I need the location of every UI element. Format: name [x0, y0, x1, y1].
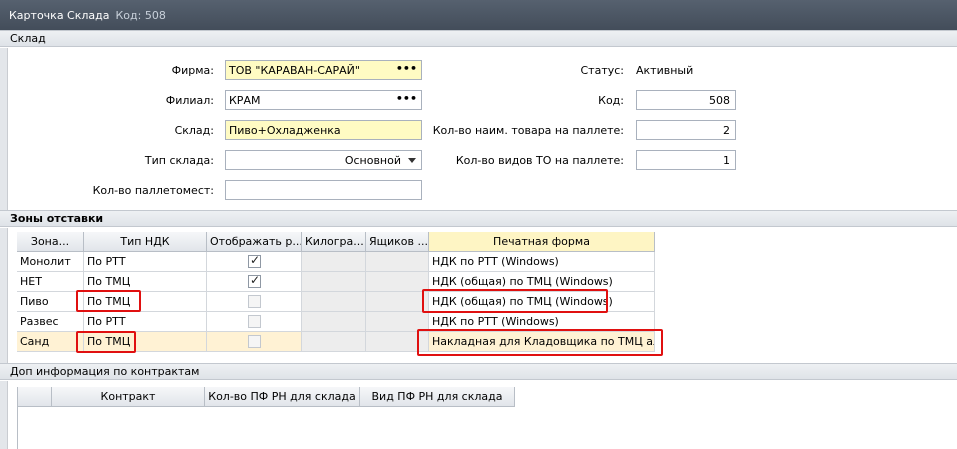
code-input[interactable]: 508: [636, 90, 736, 110]
warehouse-label: Склад:: [174, 124, 214, 137]
column-header-kilograms[interactable]: Килогра...: [302, 232, 366, 252]
kilograms-cell: [302, 292, 366, 312]
show-checkbox[interactable]: [248, 295, 261, 308]
show-checkbox[interactable]: [248, 273, 261, 288]
code-value: 508: [709, 94, 730, 107]
branch-label: Филиал:: [165, 94, 214, 107]
column-header-indicator[interactable]: [18, 387, 52, 407]
column-header-show[interactable]: Отображать р...: [207, 232, 302, 252]
ndk-type-cell[interactable]: По ТМЦ: [84, 272, 207, 292]
section-warehouse-label: Склад: [10, 32, 46, 45]
firm-value: ТОВ "КАРАВАН-САРАЙ": [229, 64, 360, 77]
kilograms-cell: [302, 272, 366, 292]
warehouse-type-value: Основной: [344, 154, 401, 167]
names-per-pallet-value: 2: [723, 124, 730, 137]
to-types-input[interactable]: 1: [636, 150, 736, 170]
kilograms-cell: [302, 332, 366, 352]
show-checkbox[interactable]: [248, 335, 261, 348]
show-cell[interactable]: [207, 272, 302, 292]
section-warehouse-sidebar: [0, 48, 8, 210]
print-form-cell[interactable]: НДК по РТТ (Windows): [429, 252, 655, 272]
window-code-label: Код: 508: [115, 9, 166, 22]
zone-cell[interactable]: Пиво: [17, 292, 84, 312]
zones-grid-header: Зона... Тип НДК Отображать р... Килогра.…: [17, 232, 957, 252]
section-header-warehouse[interactable]: Склад: [0, 30, 957, 47]
column-header-print-form[interactable]: Печатная форма: [429, 232, 655, 252]
show-checkbox[interactable]: [248, 315, 261, 328]
section-header-zones[interactable]: Зоны отставки: [0, 210, 957, 227]
pallet-places-input[interactable]: [225, 180, 422, 200]
show-cell[interactable]: [207, 292, 302, 312]
column-header-pf-type[interactable]: Вид ПФ РН для склада: [360, 387, 515, 407]
zone-cell[interactable]: Санд: [17, 332, 84, 352]
firm-lookup-button[interactable]: •••: [396, 62, 417, 75]
status-label: Статус:: [580, 64, 624, 77]
show-cell[interactable]: [207, 332, 302, 352]
column-header-zone[interactable]: Зона...: [17, 232, 84, 252]
chevron-down-icon[interactable]: [408, 158, 416, 163]
zone-cell[interactable]: Монолит: [17, 252, 84, 272]
branch-lookup-button[interactable]: •••: [396, 92, 417, 105]
show-checkbox[interactable]: [248, 253, 261, 268]
column-header-boxes[interactable]: Ящиков ...: [366, 232, 429, 252]
column-header-contract[interactable]: Контракт: [52, 387, 205, 407]
window-title-text: Карточка Склада: [9, 9, 110, 22]
kilograms-cell: [302, 312, 366, 332]
window-titlebar: Карточка Склада Код: 508: [0, 0, 957, 30]
table-row[interactable]: Монолит По РТТ НДК по РТТ (Windows): [17, 252, 957, 272]
section-zones-sidebar: [0, 228, 8, 363]
warehouse-type-label: Тип склада:: [144, 154, 214, 167]
column-header-ndk-type[interactable]: Тип НДК: [84, 232, 207, 252]
window-title: Карточка Склада Код: 508: [9, 9, 166, 22]
kilograms-cell: [302, 252, 366, 272]
firm-field[interactable]: ТОВ "КАРАВАН-САРАЙ" •••: [225, 60, 422, 80]
status-value: Активный: [636, 64, 694, 77]
section-header-extra-info[interactable]: Доп информация по контрактам: [0, 363, 957, 380]
show-cell[interactable]: [207, 252, 302, 272]
contracts-grid-header: Контракт Кол-во ПФ РН для склада Вид ПФ …: [18, 387, 957, 407]
section-extra-label: Доп информация по контрактам: [10, 365, 200, 378]
branch-field[interactable]: КРАМ •••: [225, 90, 422, 110]
to-types-label: Кол-во видов ТО на паллете:: [455, 154, 624, 167]
ndk-type-cell[interactable]: По РТТ: [84, 312, 207, 332]
boxes-cell: [366, 272, 429, 292]
zone-cell[interactable]: НЕТ: [17, 272, 84, 292]
section-zones-label: Зоны отставки: [10, 212, 104, 225]
highlight-box: [417, 329, 663, 356]
highlight-box: [422, 289, 608, 313]
column-header-pf-count[interactable]: Кол-во ПФ РН для склада: [205, 387, 360, 407]
firm-label: Фирма:: [171, 64, 214, 77]
warehouse-value: Пиво+Охладженка: [229, 124, 341, 137]
code-label: Код:: [598, 94, 624, 107]
warehouse-name-input[interactable]: Пиво+Охладженка: [225, 120, 422, 140]
warehouse-type-select[interactable]: Основной: [225, 150, 422, 170]
boxes-cell: [366, 252, 429, 272]
to-types-value: 1: [723, 154, 730, 167]
contracts-grid: Контракт Кол-во ПФ РН для склада Вид ПФ …: [17, 387, 957, 449]
highlight-box: [76, 331, 136, 353]
names-per-pallet-label: Кол-во наим. товара на паллете:: [432, 124, 624, 137]
branch-value: КРАМ: [229, 94, 261, 107]
highlight-box: [76, 290, 141, 312]
show-cell[interactable]: [207, 312, 302, 332]
ndk-type-cell[interactable]: По РТТ: [84, 252, 207, 272]
names-per-pallet-input[interactable]: 2: [636, 120, 736, 140]
zone-cell[interactable]: Развес: [17, 312, 84, 332]
pallet-places-label: Кол-во паллетомест:: [92, 184, 214, 197]
section-extra-sidebar: [0, 381, 8, 449]
boxes-cell: [366, 292, 429, 312]
